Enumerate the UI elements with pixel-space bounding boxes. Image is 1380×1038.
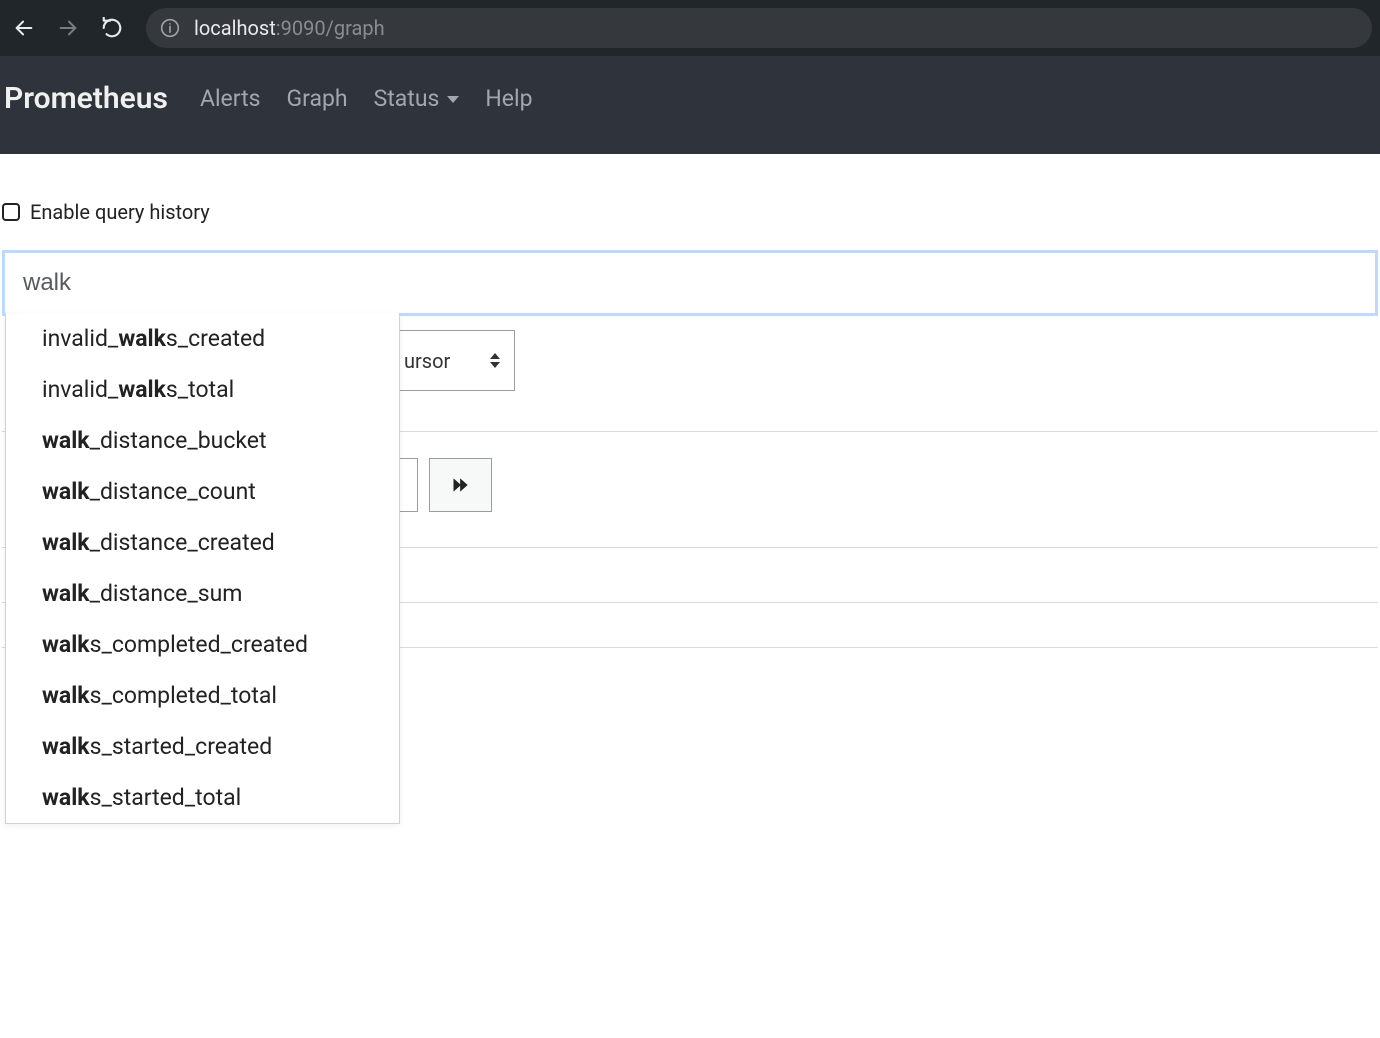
nav-help[interactable]: Help (485, 85, 532, 112)
forward-icon[interactable] (56, 16, 80, 40)
app-navbar: Prometheus Alerts Graph Status Help (0, 56, 1380, 154)
autocomplete-item[interactable]: walk_distance_created (6, 517, 399, 568)
autocomplete-item[interactable]: walk_distance_sum (6, 568, 399, 619)
select-arrows-icon (490, 353, 500, 368)
partial-label: ursor (404, 349, 450, 373)
autocomplete-item[interactable]: walk_distance_bucket (6, 415, 399, 466)
url-host: localhost (194, 16, 276, 40)
autocomplete-item[interactable]: walk_distance_count (6, 466, 399, 517)
autocomplete-item[interactable]: walks_completed_total (6, 670, 399, 721)
browser-chrome: localhost:9090/graph (0, 0, 1380, 56)
enable-history-row[interactable]: Enable query history (2, 200, 1378, 250)
url-bar[interactable]: localhost:9090/graph (146, 8, 1372, 48)
query-expression-input[interactable] (5, 253, 1375, 313)
nav-graph[interactable]: Graph (287, 85, 348, 112)
nav-alerts[interactable]: Alerts (200, 85, 261, 112)
reload-icon[interactable] (100, 16, 124, 40)
history-label: Enable query history (30, 200, 210, 224)
partial-button-edge (398, 458, 418, 512)
back-icon[interactable] (12, 16, 36, 40)
history-checkbox[interactable] (2, 203, 20, 221)
query-input-wrap: invalid_walks_createdinvalid_walks_total… (2, 250, 1378, 316)
url-path: :9090/graph (276, 16, 385, 40)
nav-status[interactable]: Status (374, 85, 460, 112)
autocomplete-item[interactable]: walks_started_total (6, 772, 399, 823)
insert-metric-button-partial[interactable]: ursor (397, 330, 515, 391)
autocomplete-item[interactable]: walks_started_created (6, 721, 399, 772)
autocomplete-item[interactable]: invalid_walks_created (6, 313, 399, 364)
brand[interactable]: Prometheus (4, 81, 186, 116)
browser-nav-buttons (8, 16, 124, 40)
site-info-icon[interactable] (160, 18, 180, 38)
autocomplete-item[interactable]: invalid_walks_total (6, 364, 399, 415)
fast-forward-icon (451, 475, 471, 495)
fast-forward-button[interactable] (429, 458, 492, 512)
chevron-down-icon (447, 96, 459, 103)
autocomplete-item[interactable]: walks_completed_created (6, 619, 399, 670)
nav-links: Alerts Graph Status Help (186, 85, 533, 112)
main-content: Enable query history invalid_walks_creat… (0, 154, 1380, 648)
autocomplete-dropdown: invalid_walks_createdinvalid_walks_total… (5, 313, 400, 824)
nav-status-label: Status (374, 85, 440, 112)
